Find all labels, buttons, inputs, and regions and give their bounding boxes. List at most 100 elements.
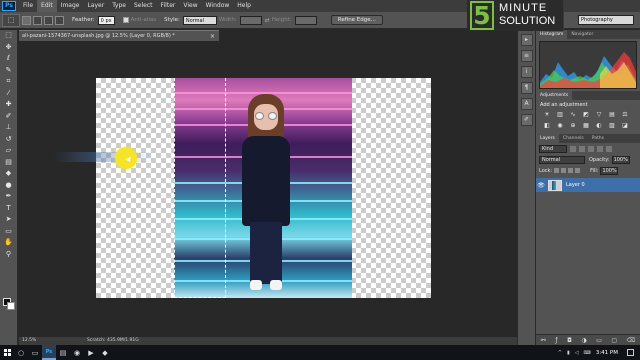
swap-icon[interactable]: ⇄ <box>265 17 270 24</box>
dodge-icon[interactable]: ● <box>3 180 15 192</box>
notification-icon[interactable] <box>627 349 634 356</box>
taskbar-photoshop[interactable]: Ps <box>42 345 56 360</box>
black-white-icon[interactable]: ◧ <box>542 122 552 130</box>
hue-saturation-icon[interactable]: ▤ <box>607 111 617 119</box>
layer-name[interactable]: Layer 0 <box>566 182 585 188</box>
brush-icon[interactable]: ✐ <box>3 111 15 123</box>
task-view-icon[interactable]: ▭ <box>28 345 42 360</box>
tab-layers[interactable]: Layers <box>536 134 559 143</box>
info-icon[interactable]: i <box>520 66 533 78</box>
layer-row[interactable]: 👁 Layer 0 <box>536 178 640 192</box>
app-icon[interactable]: ◆ <box>98 345 112 360</box>
tab-channels[interactable]: Channels <box>559 134 588 143</box>
path-select-icon[interactable]: ➤ <box>3 214 15 226</box>
chevron-up-icon[interactable]: ^ <box>558 350 562 356</box>
width-field[interactable] <box>239 15 262 25</box>
channel-mixer-icon[interactable]: ⊕ <box>568 122 578 130</box>
lock-paint-icon[interactable] <box>561 168 567 173</box>
blend-mode-select[interactable]: Normal <box>539 155 585 164</box>
opacity-field[interactable]: 100% <box>611 155 630 164</box>
feather-field[interactable]: 0 px <box>97 15 115 25</box>
start-button[interactable] <box>0 345 14 360</box>
add-selection-button[interactable] <box>33 15 42 25</box>
menu-select[interactable]: Select <box>130 0 157 12</box>
style-select[interactable]: Normal <box>182 15 217 25</box>
menu-view[interactable]: View <box>179 0 201 12</box>
healing-icon[interactable]: ✚ <box>3 99 15 111</box>
canvas-photo[interactable] <box>174 78 352 298</box>
photo-filter-icon[interactable]: ◉ <box>555 122 565 130</box>
pixel-filter-icon[interactable] <box>570 145 576 152</box>
eye-icon[interactable]: 👁 <box>536 182 546 189</box>
document-tab[interactable]: ali-pazani-1574367-unsplash.jpg @ 12.5% … <box>19 30 219 41</box>
posterize-icon[interactable]: ▨ <box>607 122 617 130</box>
type-filter-icon[interactable] <box>588 145 594 152</box>
marquee-icon[interactable]: ⬚ <box>3 30 15 42</box>
volume-icon[interactable]: ◁ <box>575 350 579 356</box>
smart-filter-icon[interactable] <box>606 145 612 152</box>
network-icon[interactable]: ▮ <box>567 350 570 356</box>
lock-all-icon[interactable] <box>575 168 581 173</box>
mask-icon[interactable]: ◘ <box>567 337 572 344</box>
threshold-icon[interactable]: ◪ <box>620 122 630 130</box>
move-icon[interactable]: ✥ <box>3 42 15 54</box>
adjustment-layer-icon[interactable]: ◑ <box>581 337 586 344</box>
browser-icon[interactable]: ◉ <box>70 345 84 360</box>
menu-edit[interactable]: Edit <box>37 0 57 12</box>
zoom-level[interactable]: 12.5% <box>22 337 36 345</box>
antialias-checkbox[interactable] <box>122 17 129 23</box>
new-selection-button[interactable] <box>22 15 31 25</box>
subtract-selection-button[interactable] <box>44 15 53 25</box>
crop-icon[interactable]: ⌗ <box>3 76 15 88</box>
pen-icon[interactable]: ✒ <box>3 191 15 203</box>
adjustment-filter-icon[interactable] <box>579 145 585 152</box>
vibrance-icon[interactable]: ▽ <box>594 111 604 119</box>
menu-file[interactable]: File <box>19 0 37 12</box>
stamp-icon[interactable]: ⊥ <box>3 122 15 134</box>
refine-edge-button[interactable]: Refine Edge... <box>330 15 383 25</box>
menu-filter[interactable]: Filter <box>157 0 180 12</box>
menu-type[interactable]: Type <box>108 0 130 12</box>
tab-histogram[interactable]: Histogram <box>536 30 568 39</box>
eraser-icon[interactable]: ▱ <box>3 145 15 157</box>
blur-icon[interactable]: ◆ <box>3 168 15 180</box>
levels-icon[interactable]: ▥ <box>555 111 565 119</box>
lock-pixels-icon[interactable] <box>554 168 560 173</box>
tab-navigator[interactable]: Navigator <box>567 30 597 39</box>
hand-icon[interactable]: ✋ <box>3 237 15 249</box>
intersect-selection-button[interactable] <box>55 15 64 25</box>
paragraph-icon[interactable]: ¶ <box>520 82 533 94</box>
zoom-icon[interactable]: ⚲ <box>3 249 15 261</box>
color-balance-icon[interactable]: ⚖ <box>620 111 630 119</box>
kind-filter-select[interactable]: Kind <box>539 144 567 153</box>
color-lookup-icon[interactable]: ▦ <box>581 122 591 130</box>
clock[interactable]: 3:41 PM <box>596 350 618 356</box>
group-icon[interactable]: ▭ <box>596 337 602 344</box>
character-icon[interactable]: A <box>520 98 533 110</box>
tab-adjustments[interactable]: Adjustments <box>536 91 573 100</box>
shape-filter-icon[interactable] <box>597 145 603 152</box>
workspace-select[interactable]: Photography <box>578 15 634 25</box>
invert-icon[interactable]: ◐ <box>594 122 604 130</box>
lasso-icon[interactable]: ℓ <box>3 53 15 65</box>
gradient-icon[interactable]: ▤ <box>3 157 15 169</box>
menu-window[interactable]: Window <box>202 0 234 12</box>
eyedropper-icon[interactable]: ⁄ <box>3 88 15 100</box>
tool-preset-picker[interactable]: ⬚ <box>2 13 20 27</box>
media-icon[interactable]: ▶ <box>84 345 98 360</box>
curves-icon[interactable]: ∿ <box>568 111 578 119</box>
background-color-swatch[interactable] <box>7 302 15 310</box>
new-layer-icon[interactable]: ▢ <box>611 337 617 344</box>
file-explorer-icon[interactable]: ▤ <box>56 345 70 360</box>
exposure-icon[interactable]: ◩ <box>581 111 591 119</box>
properties-icon[interactable]: ≡ <box>520 50 533 62</box>
height-field[interactable] <box>294 15 317 25</box>
trash-icon[interactable]: ⌫ <box>627 337 635 344</box>
menu-help[interactable]: Help <box>233 0 255 12</box>
history-brush-icon[interactable]: ↺ <box>3 134 15 146</box>
link-icon[interactable]: ⚯ <box>541 337 546 344</box>
quick-select-icon[interactable]: ✎ <box>3 65 15 77</box>
history-icon[interactable]: ▸ <box>520 34 533 46</box>
tab-paths[interactable]: Paths <box>588 134 608 143</box>
menu-layer[interactable]: Layer <box>83 0 108 12</box>
